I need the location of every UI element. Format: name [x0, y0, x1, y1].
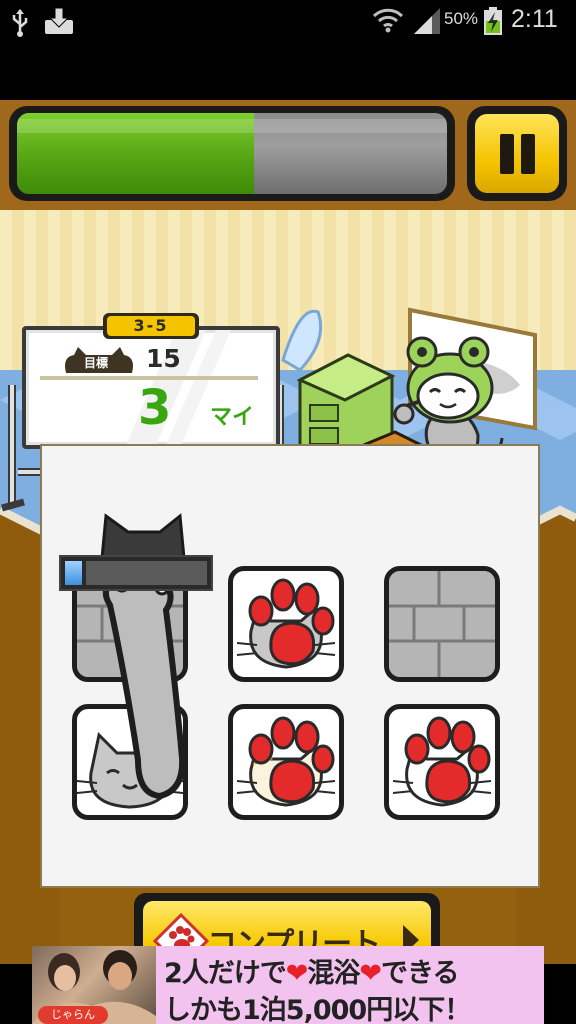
heart-icon: ❤ [285, 958, 309, 989]
hud-bar [0, 100, 576, 210]
paw-cat-icon [236, 716, 336, 807]
card-paw-calico-cat[interactable] [228, 704, 344, 820]
time-progress-bar [9, 106, 455, 201]
battery-charging-icon [484, 7, 502, 35]
ad-headline: 2人だけで❤混浴❤できる [164, 958, 460, 989]
card-paw-white-cat[interactable] [384, 704, 500, 820]
ad-photo: じゃらん [32, 946, 156, 1024]
progress-track [17, 113, 447, 194]
collected-count: 3 [138, 380, 172, 436]
collected-unit: マイ [210, 405, 255, 430]
download-icon [45, 7, 73, 34]
paw-cat-icon [236, 578, 336, 669]
reach-timer-bar [59, 555, 213, 591]
stage-badge: 3-5 [103, 313, 199, 339]
status-bar: 50% 2:11 [0, 0, 576, 44]
usb-icon [12, 9, 28, 37]
wifi-icon [372, 8, 404, 33]
card-brick[interactable] [384, 566, 500, 682]
ad-text: 2人だけで❤混浴❤できる しかも1泊5,000円以下！ [156, 946, 544, 1024]
stage-label: 3-5 [107, 316, 195, 336]
card-paw-gray-cat[interactable] [228, 566, 344, 682]
paw-cat-icon [392, 716, 492, 807]
pause-button[interactable] [475, 114, 559, 193]
clock: 2:11 [511, 5, 558, 33]
game-screen: 3-5 目標 15 3 マイ コンプリート [0, 100, 576, 964]
target-value: 15 [146, 344, 181, 373]
ad-subline: しかも1泊5,000円以下！ [164, 995, 471, 1024]
target-label: 目標 [84, 356, 109, 370]
brick-tile-icon [389, 571, 495, 677]
heart-icon: ❤ [359, 958, 382, 989]
reach-timer-fill [65, 561, 82, 585]
signal-icon [414, 8, 440, 34]
battery-percent: 50% [444, 9, 479, 28]
ad-brand-tag: じゃらん [38, 1006, 108, 1024]
ad-banner[interactable]: じゃらん 2人だけで❤混浴❤できる しかも1泊5,000円以下！ [32, 946, 544, 1024]
pause-button-frame [467, 106, 567, 201]
